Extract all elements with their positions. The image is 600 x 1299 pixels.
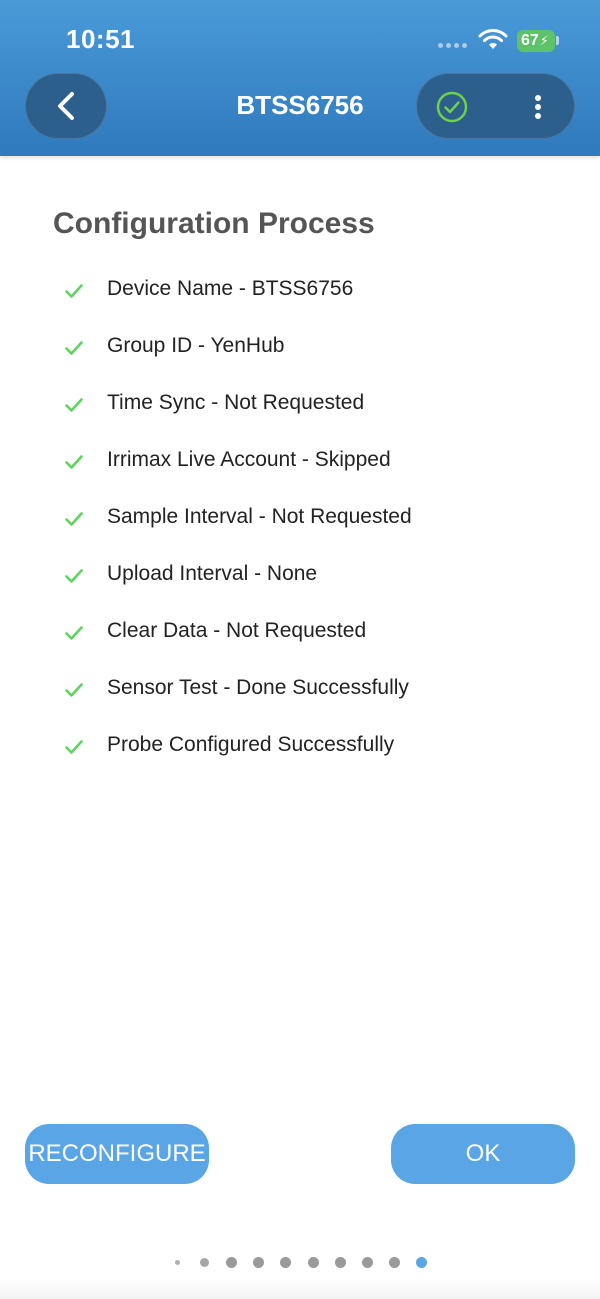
step-label: Sensor Test - Done Successfully [107,676,409,699]
step-label: Time Sync - Not Requested [107,391,365,414]
page-dot[interactable] [225,1256,237,1268]
more-vertical-icon [535,95,541,119]
header-actions [416,73,575,139]
charging-icon: ⚡ [539,33,549,48]
reconfigure-button[interactable]: RECONFIGURE [25,1124,209,1184]
page-dot[interactable] [199,1257,209,1267]
step-item: Device Name - BTSS6756 [0,268,600,325]
wifi-icon [478,29,508,49]
step-label: Upload Interval - None [107,562,318,585]
section-title: Configuration Process [53,207,375,240]
page-dot[interactable] [174,1259,180,1265]
step-item: Group ID - YenHub [0,325,600,382]
step-item: Sensor Test - Done Successfully [0,667,600,724]
step-label: Irrimax Live Account - Skipped [107,448,391,471]
chevron-left-icon [58,92,74,120]
page-dot[interactable] [389,1256,401,1268]
step-label: Clear Data - Not Requested [107,619,367,642]
page-title: BTSS6756 [236,90,364,120]
checkmark-icon [65,341,83,355]
app-header: 10:51 67 ⚡ BTSS6756 [0,0,600,156]
ok-button[interactable]: OK [391,1124,575,1184]
step-label: Sample Interval - Not Requested [107,505,412,528]
checkmark-icon [65,626,83,640]
step-item: Probe Configured Successfully [0,724,600,781]
back-button[interactable] [25,73,107,139]
step-label: Device Name - BTSS6756 [107,277,354,300]
step-item: Sample Interval - Not Requested [0,496,600,553]
checkmark-icon [65,740,83,754]
step-item: Upload Interval - None [0,553,600,610]
page-dot-active[interactable] [416,1256,428,1268]
battery-tip [556,36,559,45]
status-time: 10:51 [66,24,135,54]
connection-ok-icon[interactable] [435,90,469,124]
step-item: Clear Data - Not Requested [0,610,600,667]
checkmark-icon [65,284,83,298]
checkmark-icon [65,455,83,469]
checkmark-icon [65,512,83,526]
step-item: Time Sync - Not Requested [0,382,600,439]
configuration-screen: 10:51 67 ⚡ BTSS6756 Configuration Proces… [0,0,600,1299]
page-dot[interactable] [280,1256,292,1268]
page-dot[interactable] [253,1256,265,1268]
battery-level: 67 [521,32,539,49]
more-options-button[interactable] [525,90,551,124]
checkmark-icon [65,398,83,412]
page-dot[interactable] [334,1256,346,1268]
cellular-signal-icon [438,43,467,48]
step-label: Probe Configured Successfully [107,733,395,756]
step-label: Group ID - YenHub [107,334,285,357]
checkmark-icon [65,683,83,697]
configuration-steps-list: Device Name - BTSS6756 Group ID - YenHub… [0,268,600,781]
page-dot[interactable] [307,1256,319,1268]
checkmark-icon [65,569,83,583]
battery-indicator: 67 ⚡ [517,30,555,52]
page-dot[interactable] [361,1256,373,1268]
step-item: Irrimax Live Account - Skipped [0,439,600,496]
bottom-edge [0,1280,600,1299]
page-indicator [0,1256,600,1268]
